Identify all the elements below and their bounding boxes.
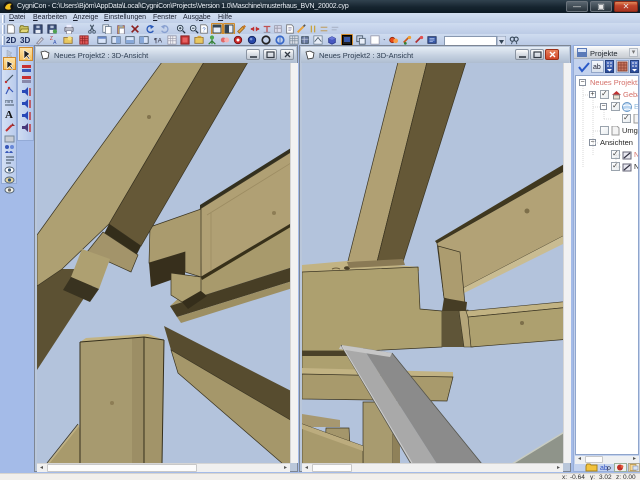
svg-text:A: A <box>5 109 13 119</box>
svg-text:mm: mm <box>5 99 13 105</box>
svg-text:P: P <box>607 467 611 472</box>
svg-text:ab: ab <box>593 64 601 71</box>
svg-text:¶A: ¶A <box>154 38 163 45</box>
